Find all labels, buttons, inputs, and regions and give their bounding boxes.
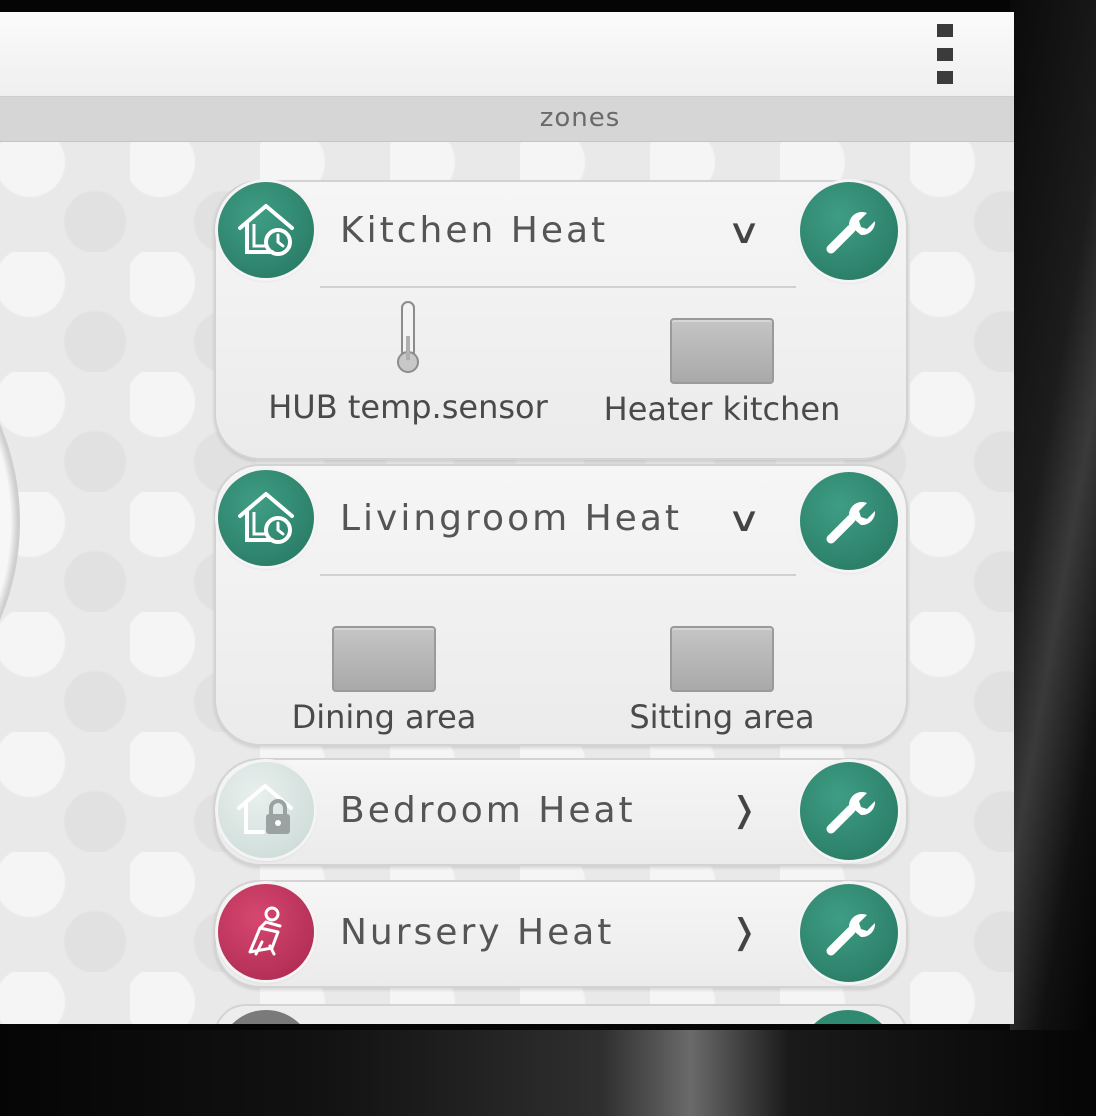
device-label: Heater kitchen [603,390,841,428]
section-title: zones [539,103,621,133]
divider [320,574,796,576]
device-bezel-right [1010,0,1096,1116]
zone-header[interactable]: Livingroom Heat ∨ [216,466,906,570]
zone-card-bedroom[interactable]: Bedroom Heat ❭ [214,758,908,866]
wrench-settings-button[interactable] [800,182,898,280]
device-heater-kitchen[interactable]: Heater kitchen [592,318,852,428]
device-hub-temp-sensor[interactable]: HUB temp.sensor [258,300,558,426]
menu-icon[interactable] [936,24,954,84]
wrench-settings-button[interactable] [800,1010,896,1024]
wrench-settings-button[interactable] [800,472,898,570]
zone-name: Kitchen Heat [340,210,609,251]
top-bar [0,12,1014,97]
home-lock-icon[interactable] [218,762,314,858]
chevron-right-icon[interactable]: ❭ [722,912,766,952]
chevron-down-icon[interactable]: ∨ [713,500,775,540]
chevron-down-icon[interactable]: ∨ [713,212,775,252]
screen: zones Kitchen Heat ∨ HUB temp.sensor Hea… [0,12,1014,1024]
relax-chair-icon[interactable] [218,884,314,980]
zone-card-kitchen[interactable]: Kitchen Heat ∨ HUB temp.sensor Heater ki… [214,180,908,460]
device-sitting-area[interactable]: Sitting area [592,626,852,736]
section-bar: zones [0,97,1014,142]
chevron-right-icon[interactable]: ❭ [722,790,766,830]
device-dining-area[interactable]: Dining area [254,626,514,736]
zone-card-partial[interactable] [214,1004,908,1024]
heater-icon [332,626,436,692]
home-clock-icon[interactable] [218,470,314,566]
device-bezel-bottom [0,1030,1096,1116]
device-label: Dining area [291,698,477,736]
zone-mode-icon[interactable] [218,1010,314,1024]
zone-card-livingroom[interactable]: Livingroom Heat ∨ Dining area Sitting ar… [214,464,908,746]
heater-icon [670,318,774,384]
wrench-settings-button[interactable] [800,884,898,982]
zone-name: Nursery Heat [340,912,615,953]
zone-card-nursery[interactable]: Nursery Heat ❭ [214,880,908,988]
device-label: HUB temp.sensor [268,388,548,426]
thermometer-icon [397,301,419,373]
device-label: Sitting area [629,698,815,736]
zone-header[interactable]: Kitchen Heat ∨ [216,182,906,282]
heater-icon [670,626,774,692]
home-clock-icon[interactable] [218,182,314,278]
divider [320,286,796,288]
zone-name: Bedroom Heat [340,790,636,831]
wrench-settings-button[interactable] [800,762,898,860]
zone-name: Livingroom Heat [340,498,682,539]
